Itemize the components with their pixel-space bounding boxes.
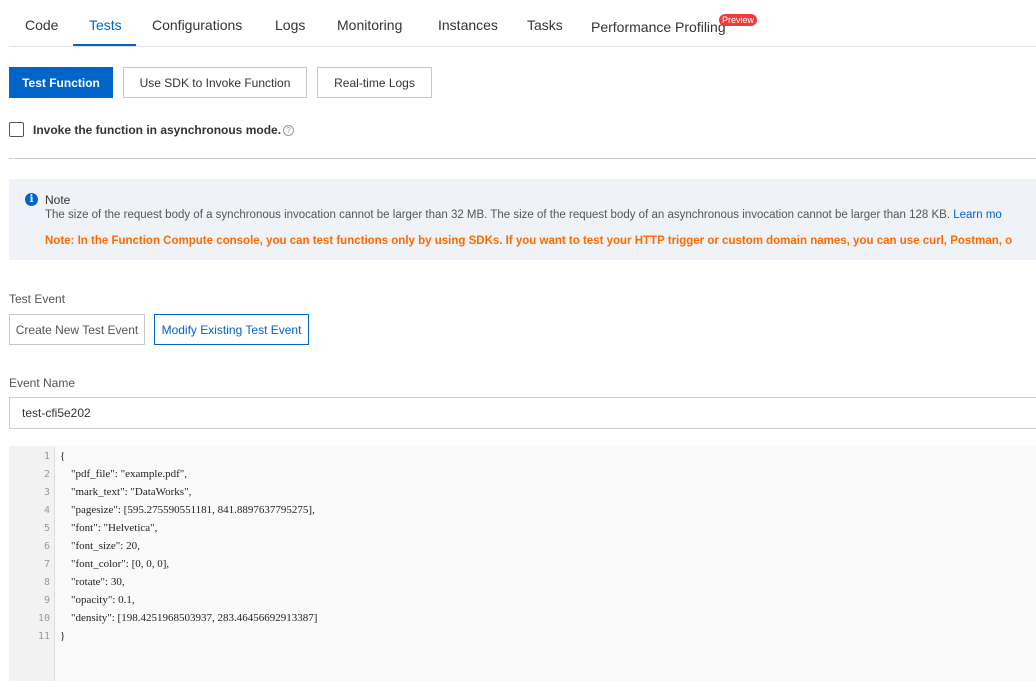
tab-bar: Code Tests Configurations Logs Monitorin… — [9, 0, 1036, 47]
create-test-event-button[interactable]: Create New Test Event — [9, 314, 145, 345]
code-line: { — [60, 450, 66, 462]
line-number: 1 — [43, 451, 50, 462]
code-line: "font_size": 20, — [60, 540, 140, 552]
help-icon[interactable]: ? — [283, 125, 294, 136]
line-number: 8 — [43, 577, 50, 588]
line-number: 6 — [43, 541, 50, 552]
code-line: "pdf_file": "example.pdf", — [60, 468, 188, 480]
tab-performance-profiling[interactable]: Performance Profiling — [591, 19, 726, 35]
note-box: i Note The size of the request body of a… — [9, 179, 1036, 260]
note-title: Note — [45, 193, 71, 207]
note-text: The size of the request body of a synchr… — [45, 209, 1002, 221]
active-tab-indicator — [73, 44, 136, 46]
tab-tasks[interactable]: Tasks — [527, 17, 563, 33]
line-number: 4 — [43, 505, 50, 516]
line-number: 5 — [43, 523, 50, 534]
code-line: "rotate": 30, — [60, 576, 125, 588]
divider — [9, 158, 1036, 159]
code-line: "opacity": 0.1, — [60, 594, 135, 606]
tab-monitoring[interactable]: Monitoring — [337, 17, 402, 33]
code-line: "font_color": [0, 0, 0], — [60, 558, 170, 570]
tab-tests[interactable]: Tests — [89, 17, 122, 33]
realtime-logs-button[interactable]: Real-time Logs — [317, 67, 432, 98]
note-body: The size of the request body of a synchr… — [45, 209, 951, 221]
tab-configurations[interactable]: Configurations — [152, 17, 242, 33]
async-label: Invoke the function in asynchronous mode… — [33, 123, 282, 137]
tab-code[interactable]: Code — [25, 17, 58, 33]
test-function-button[interactable]: Test Function — [9, 67, 113, 98]
test-event-label: Test Event — [9, 292, 66, 306]
preview-badge: Preview — [719, 14, 758, 26]
tab-instances[interactable]: Instances — [438, 17, 498, 33]
code-line: "font": "Helvetica", — [60, 522, 158, 534]
modify-test-event-button[interactable]: Modify Existing Test Event — [154, 314, 309, 345]
note-warning: Note: In the Function Compute console, y… — [45, 235, 1013, 247]
line-number: 11 — [37, 631, 50, 642]
info-icon: i — [25, 193, 38, 206]
code-line: "density": [198.4251968503937, 283.46456… — [60, 612, 318, 624]
line-number: 2 — [43, 469, 50, 480]
line-number: 3 — [43, 487, 50, 498]
event-name-input[interactable]: test-cfi5e202 — [9, 397, 1036, 429]
use-sdk-button[interactable]: Use SDK to Invoke Function — [123, 67, 307, 98]
line-number: 7 — [43, 559, 50, 570]
code-line: "pagesize": [595.275590551181, 841.88976… — [60, 504, 315, 516]
code-line: } — [60, 630, 66, 642]
learn-more-link[interactable]: Learn mo — [953, 209, 1002, 221]
code-editor[interactable]: 1 {2 "pdf_file": "example.pdf", 3 "mark_te… — [9, 446, 1036, 681]
async-checkbox[interactable] — [9, 122, 24, 137]
line-number: 9 — [43, 595, 50, 606]
event-name-label: Event Name — [9, 376, 76, 390]
line-number: 10 — [37, 613, 50, 624]
code-line: "mark_text": "DataWorks", — [60, 486, 192, 498]
tab-logs[interactable]: Logs — [275, 17, 305, 33]
